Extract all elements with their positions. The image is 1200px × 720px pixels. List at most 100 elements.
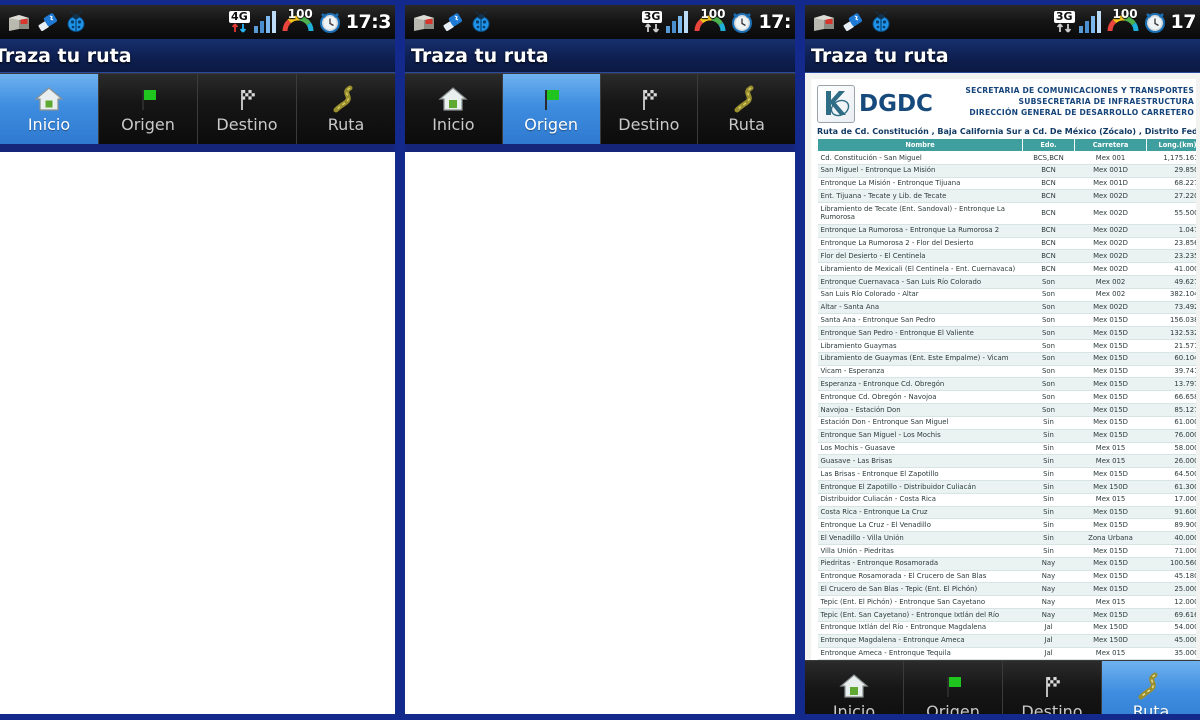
cell-longitud: 55.500 [1146, 202, 1196, 225]
cell-nombre: Libramiento de Tecate (Ent. Sandoval) - … [817, 202, 1023, 225]
route-table-head: Nombre Edo. Carretera Long.(km) Tiem [817, 138, 1196, 152]
cell-edo: Son [1022, 288, 1075, 302]
cell-nombre: Entronque La Rumorosa 2 - Flor del Desie… [817, 237, 1023, 251]
cell-longitud: 49.627 [1146, 275, 1196, 289]
cell-longitud: 41.000 [1146, 262, 1196, 276]
table-row: Entronque Ameca - Entronque Tequila Jal Me… [817, 647, 1196, 661]
tab-origen[interactable]: Origen [99, 74, 198, 144]
cell-carretera: Mex 015D [1074, 506, 1147, 520]
cell-longitud: 66.658 [1146, 390, 1196, 405]
tab-destino[interactable]: Destino [198, 74, 297, 144]
tab-origen[interactable]: Origen [904, 661, 1003, 720]
battery-gauge-icon: 100 [1107, 7, 1139, 34]
tab-ruta[interactable]: Ruta [1102, 661, 1200, 714]
cell-edo: BCN [1022, 224, 1075, 238]
tab-label-origen: Origen [926, 701, 980, 720]
table-row: Tepic (Ent. San Cayetano) - Entronque Ix… [817, 608, 1196, 622]
cell-longitud: 61.300 [1146, 480, 1196, 494]
winding-road-icon [333, 85, 353, 112]
status-clock: 17: [758, 11, 791, 33]
tab-inicio[interactable]: Inicio [405, 74, 503, 144]
app-title-bar: Traza tu ruta [0, 39, 395, 73]
col-header-nombre: Nombre [817, 138, 1023, 152]
cell-nombre: Santa Ana - Entronque San Pedro [817, 313, 1023, 328]
tab-inicio[interactable]: Inicio [0, 74, 99, 144]
network-type-icon: 4G [229, 11, 250, 33]
tab-ruta[interactable]: Ruta [698, 74, 795, 144]
tab-ruta[interactable]: Ruta [297, 74, 395, 144]
cell-carretera: Mex 015D [1074, 544, 1147, 558]
cell-longitud: 68.227 [1146, 177, 1196, 191]
cell-carretera: Mex 015D [1074, 429, 1147, 443]
table-row: Costa Rica - Entronque La Cruz Sin Mex 015… [817, 506, 1196, 520]
cell-carretera: Mex 015D [1074, 467, 1147, 481]
cell-nombre: Entronque San Miguel - Los Mochis [817, 429, 1023, 443]
tab-destino[interactable]: Destino [601, 74, 699, 144]
winding-road-icon [734, 85, 754, 112]
table-row: Libramiento de Mexicali (El Centinela - … [817, 262, 1196, 276]
ruta-document-screen[interactable]: DGDC SECRETARIA DE COMUNICACIONES Y TRAN… [805, 73, 1200, 661]
table-row: Entronque Ixtlán del Río - Entronque Mag… [817, 621, 1196, 635]
cell-carretera: Mex 015 [1074, 595, 1147, 610]
tab-label-destino: Destino [216, 114, 278, 134]
cell-longitud: 100.560 [1146, 557, 1196, 571]
cell-edo: Nay [1022, 557, 1075, 571]
cell-longitud: 35.000 [1146, 647, 1196, 661]
cell-longitud: 69.616 [1146, 608, 1196, 622]
cell-nombre: Entronque San Pedro - Entronque El Valie… [817, 326, 1023, 340]
checkered-flag-icon [642, 89, 657, 110]
bottom-strip [0, 144, 395, 152]
table-row: Guasave - Las BrisasSinMex 01526.000 [817, 454, 1196, 469]
tab-origen[interactable]: Origen [502, 74, 601, 144]
cell-edo: Sin [1022, 493, 1075, 507]
table-row: Entronque Rosamorada - El Crucero de San… [817, 570, 1196, 584]
cell-longitud: 29.850 [1146, 164, 1196, 178]
usb-icon [38, 13, 57, 31]
cell-carretera: Mex 015D [1074, 557, 1147, 571]
table-row: Entronque Magdalena - Entronque Ameca Jal… [817, 634, 1196, 648]
cell-nombre: Entronque Cd. Obregón - Navojoa [817, 390, 1023, 405]
table-row: San Miguel - Entronque La Misión BCN Mex 0… [817, 164, 1196, 178]
tab-destino[interactable]: Destino [1003, 661, 1102, 714]
department-heading: SECRETARIA DE COMUNICACIONES Y TRANSPORT… [965, 85, 1196, 118]
cell-carretera: Mex 015D [1074, 339, 1147, 353]
dgdc-logo: DGDC [817, 85, 933, 123]
ladybug-debug-icon [472, 11, 490, 32]
cell-nombre: Entronque La Misión - Entronque Tijuana [817, 177, 1023, 191]
table-row: Entronque Cd. Obregón - Navojoa Son Mex 01… [817, 390, 1196, 405]
document-sheet: DGDC SECRETARIA DE COMUNICACIONES Y TRAN… [811, 79, 1196, 661]
cell-nombre: Libramiento Guaymas [817, 339, 1023, 353]
cell-edo: Son [1022, 390, 1075, 405]
cell-nombre: Entronque Cuernavaca - San Luis Río Colo… [817, 275, 1023, 289]
cell-carretera: Mex 015D [1074, 403, 1147, 417]
cell-carretera: Mex 002D [1074, 249, 1147, 264]
status-right-icons: 3G 100 [641, 7, 793, 34]
cell-longitud: 382.104 [1146, 288, 1196, 302]
bottom-tab-bar: Inicio Origen Destino Ruta [405, 73, 795, 144]
cell-carretera: Mex 015D [1074, 352, 1147, 366]
document-header: DGDC SECRETARIA DE COMUNICACIONES Y TRAN… [817, 85, 1196, 123]
col-header-longitud: Long.(km) [1146, 138, 1196, 152]
cell-longitud: 60.104 [1146, 352, 1196, 366]
cell-nombre: San Luis Río Colorado - Altar [817, 288, 1023, 302]
table-row: Los Mochis - GuasaveSinMex 01558.000 [817, 442, 1196, 456]
network-type-label: 4G [229, 10, 250, 23]
cell-edo: Nay [1022, 608, 1075, 622]
cell-carretera: Mex 001D [1074, 164, 1147, 178]
home-icon [839, 674, 869, 698]
signal-bars-icon [1078, 11, 1101, 33]
tab-inicio[interactable]: Inicio [805, 661, 904, 714]
cell-nombre: Entronque La Cruz - El Venadillo [817, 518, 1023, 533]
cell-nombre: Las Brisas - Entronque El Zapotillo [817, 467, 1023, 481]
cell-carretera: Mex 015D [1074, 326, 1147, 340]
cell-longitud: 40.000 [1146, 531, 1196, 545]
cell-nombre: El Crucero de San Blas - Tepic (Ent. El … [817, 582, 1023, 597]
table-row: El Crucero de San Blas - Tepic (Ent. El … [817, 582, 1196, 597]
cell-longitud: 1,175.161 [1146, 151, 1196, 165]
cell-longitud: 85.127 [1146, 403, 1196, 417]
cell-carretera: Mex 015D [1074, 582, 1147, 597]
signal-bars-icon [666, 11, 689, 33]
cell-longitud: 54.000 [1146, 621, 1196, 635]
table-row: Libramiento GuaymasSonMex 015D21.571 [817, 339, 1196, 353]
cell-longitud: 45.000 [1146, 634, 1196, 648]
